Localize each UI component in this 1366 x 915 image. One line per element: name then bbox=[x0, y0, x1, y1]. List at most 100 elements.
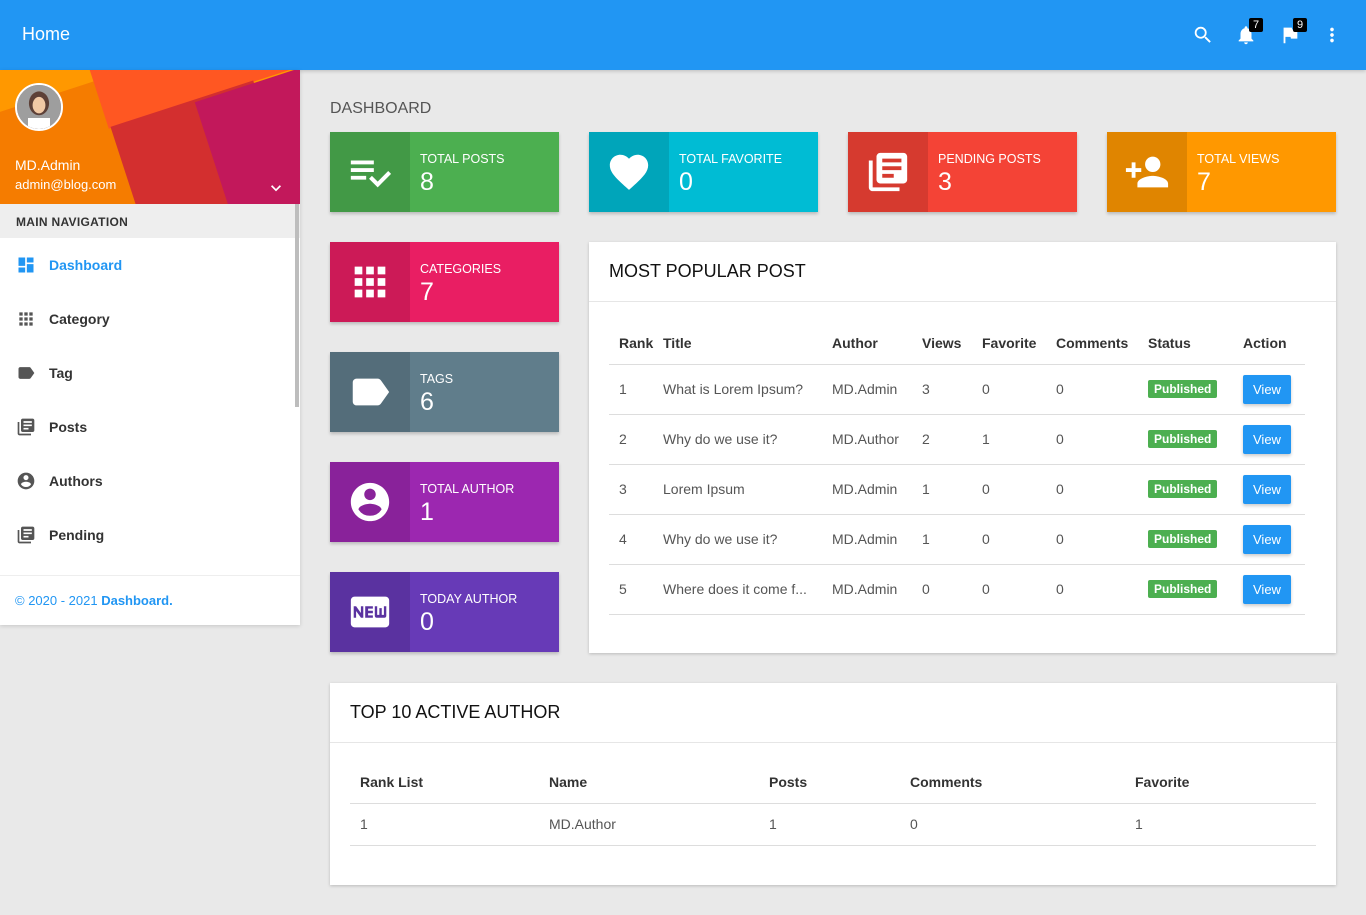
account-circle-icon bbox=[16, 471, 36, 491]
status-cell: Published bbox=[1148, 364, 1243, 415]
stat-value: 8 bbox=[420, 168, 434, 196]
page-title: DASHBOARD bbox=[330, 100, 432, 117]
favorite-cell: 0 bbox=[982, 364, 1056, 415]
stat-pending-posts: PENDING POSTS 3 bbox=[848, 132, 1077, 212]
comments-cell: 0 bbox=[1056, 464, 1148, 515]
table-row: 3 Lorem Ipsum MD.Admin 1 0 0 Published View bbox=[609, 464, 1305, 515]
table-row: 5 Where does it come f... MD.Admin 0 0 0 Publi… bbox=[609, 564, 1305, 615]
stat-total-author: TOTAL AUTHOR 1 bbox=[330, 462, 559, 542]
stat-total-posts: TOTAL POSTS 8 bbox=[330, 132, 559, 212]
sidebar-item-posts[interactable]: Posts bbox=[0, 400, 300, 454]
search-icon[interactable] bbox=[1192, 24, 1214, 46]
footer-link[interactable]: Dashboard. bbox=[101, 593, 173, 608]
library-books-icon bbox=[848, 132, 928, 212]
sidebar-item-category[interactable]: Category bbox=[0, 292, 300, 346]
dashboard-icon bbox=[16, 255, 36, 275]
table-row: 1 What is Lorem Ipsum? MD.Admin 3 0 0 Publishe… bbox=[609, 364, 1305, 415]
view-button[interactable]: View bbox=[1243, 474, 1291, 504]
label-icon bbox=[330, 352, 410, 432]
author-cell: MD.Admin bbox=[832, 364, 922, 415]
views-cell: 2 bbox=[922, 414, 982, 465]
chevron-down-icon[interactable] bbox=[266, 178, 286, 198]
stat-value: 1 bbox=[420, 498, 434, 526]
comments-cell: 0 bbox=[910, 803, 1135, 846]
table-row: 2 Why do we use it? MD.Author 2 1 0 Published V… bbox=[609, 414, 1305, 465]
user-info-panel: MD.Admin admin@blog.com bbox=[0, 70, 300, 204]
view-button[interactable]: View bbox=[1243, 424, 1291, 454]
column-header: Name bbox=[549, 761, 769, 804]
rank-cell: 4 bbox=[609, 514, 663, 565]
view-button[interactable]: View bbox=[1243, 574, 1291, 604]
rank-cell: 1 bbox=[350, 803, 549, 846]
column-header: Favorite bbox=[982, 322, 1056, 365]
column-header: Action bbox=[1243, 322, 1305, 365]
library-books-icon bbox=[16, 525, 36, 545]
sidebar-item-label: Posts bbox=[49, 419, 88, 435]
stat-label: TOTAL VIEWS bbox=[1197, 152, 1280, 166]
flag-icon[interactable]: 9 bbox=[1279, 18, 1307, 46]
stat-today-author: TODAY AUTHOR 0 bbox=[330, 572, 559, 652]
table-header-row: Rank Title Author Views Favorite Comment… bbox=[609, 322, 1305, 365]
sidebar-item-authors[interactable]: Authors bbox=[0, 454, 300, 508]
title-cell[interactable]: Where does it come f... bbox=[663, 564, 832, 615]
column-header: Rank List bbox=[350, 761, 549, 804]
title-cell[interactable]: Lorem Ipsum bbox=[663, 464, 832, 515]
main-navigation-header: MAIN NAVIGATION bbox=[0, 204, 300, 238]
app-title[interactable]: Home bbox=[22, 24, 70, 45]
rank-cell: 2 bbox=[609, 414, 663, 465]
card-title: TOP 10 ACTIVE AUTHOR bbox=[330, 683, 1336, 743]
stat-value: 0 bbox=[420, 608, 434, 636]
avatar[interactable] bbox=[15, 83, 63, 131]
action-cell: View bbox=[1243, 414, 1305, 465]
action-cell: View bbox=[1243, 464, 1305, 515]
status-cell: Published bbox=[1148, 564, 1243, 615]
posts-cell: 1 bbox=[769, 803, 910, 846]
sidebar-item-label: Pending bbox=[49, 527, 105, 543]
label-icon bbox=[16, 363, 36, 383]
sidebar-item-tag[interactable]: Tag bbox=[0, 346, 300, 400]
sidebar-item-label: Tag bbox=[49, 365, 73, 381]
apps-icon bbox=[330, 242, 410, 322]
table-row: 1 MD.Author 1 0 1 bbox=[350, 803, 1316, 846]
sidebar-item-dashboard[interactable]: Dashboard bbox=[0, 238, 300, 292]
action-cell: View bbox=[1243, 364, 1305, 415]
favorite-icon bbox=[589, 132, 669, 212]
status-cell: Published bbox=[1148, 514, 1243, 565]
sidebar-item-label: Authors bbox=[49, 473, 103, 489]
top-active-author-card: TOP 10 ACTIVE AUTHOR Rank List Name Post… bbox=[330, 683, 1336, 885]
stat-value: 3 bbox=[938, 168, 952, 196]
more-vert-icon[interactable] bbox=[1321, 24, 1343, 46]
view-button[interactable]: View bbox=[1243, 374, 1291, 404]
sidebar-item-pending[interactable]: Pending bbox=[0, 508, 300, 562]
status-badge: Published bbox=[1148, 380, 1218, 398]
most-popular-post-card: MOST POPULAR POST Rank Title Author View… bbox=[589, 242, 1336, 653]
notification-count-badge: 7 bbox=[1249, 18, 1263, 32]
name-cell: MD.Author bbox=[549, 803, 769, 846]
sidebar-scrollbar[interactable] bbox=[295, 204, 299, 407]
status-badge: Published bbox=[1148, 480, 1218, 498]
stat-total-views: TOTAL VIEWS 7 bbox=[1107, 132, 1336, 212]
favorite-cell: 1 bbox=[1135, 803, 1316, 846]
user-email: admin@blog.com bbox=[15, 177, 117, 192]
sidebar: MD.Admin admin@blog.com MAIN NAVIGATION … bbox=[0, 70, 300, 625]
status-cell: Published bbox=[1148, 414, 1243, 465]
status-cell: Published bbox=[1148, 464, 1243, 515]
column-header: Author bbox=[832, 322, 922, 365]
title-cell[interactable]: Why do we use it? bbox=[663, 514, 832, 565]
stat-label: TOTAL FAVORITE bbox=[679, 152, 783, 166]
views-cell: 0 bbox=[922, 564, 982, 615]
author-cell: MD.Admin bbox=[832, 564, 922, 615]
rank-cell: 5 bbox=[609, 564, 663, 615]
stat-label: TOTAL POSTS bbox=[420, 152, 505, 166]
title-cell[interactable]: What is Lorem Ipsum? bbox=[663, 364, 832, 415]
sidebar-item-label: Category bbox=[49, 311, 110, 327]
sidebar-footer: © 2020 - 2021 Dashboard. bbox=[0, 575, 300, 625]
bell-icon[interactable]: 7 bbox=[1235, 18, 1263, 46]
view-button[interactable]: View bbox=[1243, 524, 1291, 554]
favorite-cell: 0 bbox=[982, 514, 1056, 565]
comments-cell: 0 bbox=[1056, 514, 1148, 565]
title-cell[interactable]: Why do we use it? bbox=[663, 414, 832, 465]
stat-value: 7 bbox=[420, 278, 434, 306]
column-header: Comments bbox=[910, 761, 1135, 804]
rank-cell: 1 bbox=[609, 364, 663, 415]
